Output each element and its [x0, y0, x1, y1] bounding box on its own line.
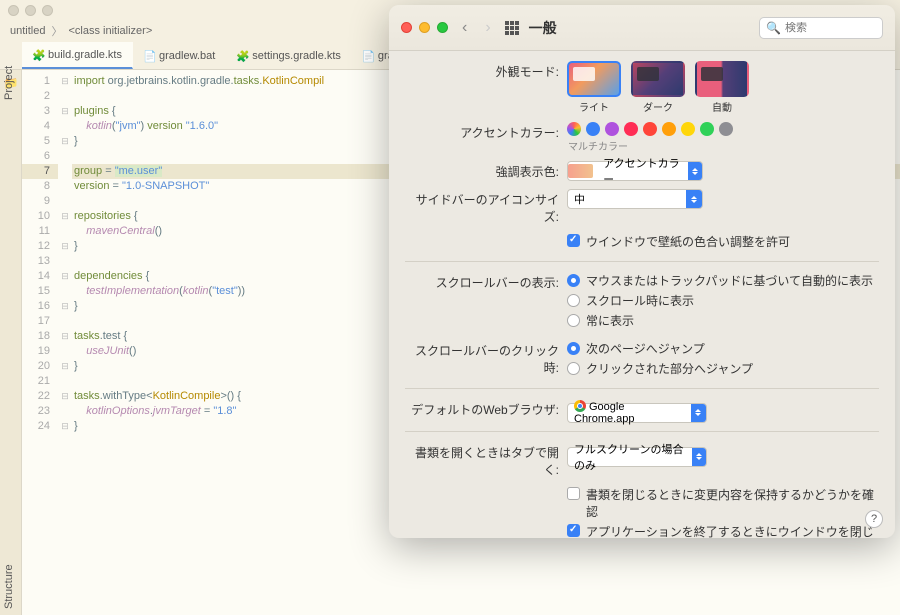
chevron-right-icon: 〉	[51, 23, 62, 39]
breadcrumb-root[interactable]: untitled	[10, 25, 45, 37]
search-input[interactable]	[785, 22, 875, 34]
radio-icon	[567, 294, 580, 307]
project-tool-label[interactable]: Project	[3, 66, 15, 100]
chevron-updown-icon	[686, 190, 702, 208]
highlight-swatch-icon	[568, 164, 593, 178]
scroll-click-spot-radio[interactable]: クリックされた部分へジャンプ	[567, 360, 879, 377]
light-thumb	[567, 61, 621, 97]
radio-icon	[567, 274, 580, 287]
tabs-label: 書類を開くときはタブで開く:	[405, 442, 567, 478]
accent-swatch[interactable]	[681, 122, 695, 136]
fold-gutter: ⊟⊟⊟⊟⊟⊟⊟⊟⊟⊟⊟	[58, 70, 72, 615]
sidebar-icon-select[interactable]: 中	[567, 189, 703, 209]
scrollbar-show-label: スクロールバーの表示:	[405, 272, 567, 291]
breadcrumb-item[interactable]: <class initializer>	[68, 25, 152, 37]
search-field[interactable]: 🔍	[759, 17, 883, 39]
chevron-updown-icon	[691, 404, 707, 422]
accent-swatch[interactable]	[605, 122, 619, 136]
dark-thumb	[631, 61, 685, 97]
appearance-dark[interactable]: ダーク	[631, 61, 685, 114]
close-windows-checkbox[interactable]: アプリケーションを終了するときにウインドウを閉じる	[567, 523, 879, 539]
back-button[interactable]: ‹	[458, 19, 471, 37]
browser-label: デフォルトのWebブラウザ:	[405, 399, 567, 418]
accent-swatches	[567, 122, 879, 136]
highlight-select[interactable]: アクセントカラー	[567, 161, 703, 181]
scroll-show-always-radio[interactable]: 常に表示	[567, 312, 879, 329]
props-file-icon: 📄	[362, 50, 374, 62]
ask-changes-checkbox[interactable]: 書類を閉じるときに変更内容を保持するかどうかを確認	[567, 486, 879, 520]
accent-swatch[interactable]	[719, 122, 733, 136]
gradle-file-icon: 🧩	[236, 50, 248, 62]
accent-swatch[interactable]	[700, 122, 714, 136]
accent-swatch[interactable]	[586, 122, 600, 136]
tab-gradlew-bat[interactable]: 📄gradlew.bat	[133, 42, 226, 69]
tab-build-gradle[interactable]: 🧩build.gradle.kts	[22, 42, 133, 69]
accent-label: アクセントカラー:	[405, 122, 567, 141]
accent-swatch[interactable]	[624, 122, 638, 136]
pane-title: 一般	[529, 18, 557, 38]
checkbox-icon	[567, 234, 580, 247]
scroll-show-auto-radio[interactable]: マウスまたはトラックパッドに基づいて自動的に表示	[567, 272, 879, 289]
radio-icon	[567, 362, 580, 375]
search-icon: 🔍	[766, 21, 781, 35]
accent-sublabel: マルチカラー	[568, 138, 879, 153]
sidebar-icon-label: サイドバーのアイコンサイズ:	[405, 189, 567, 225]
appearance-label: 外観モード:	[405, 61, 567, 80]
auto-thumb	[695, 61, 749, 97]
scroll-click-page-radio[interactable]: 次のページへジャンプ	[567, 340, 879, 357]
accent-multicolor[interactable]	[567, 122, 581, 136]
divider	[405, 388, 879, 389]
gradle-file-icon: 🧩	[32, 49, 44, 61]
ide-zoom[interactable]	[42, 5, 53, 16]
chevron-updown-icon	[688, 162, 702, 180]
close-icon[interactable]	[401, 22, 412, 33]
tabs-select[interactable]: フルスクリーンの場合のみ	[567, 447, 707, 467]
zoom-icon[interactable]	[437, 22, 448, 33]
accent-swatch[interactable]	[643, 122, 657, 136]
minimize-icon[interactable]	[419, 22, 430, 33]
appearance-light[interactable]: ライト	[567, 61, 621, 114]
accent-swatch[interactable]	[662, 122, 676, 136]
forward-button[interactable]: ›	[481, 19, 494, 37]
appearance-auto[interactable]: 自動	[695, 61, 749, 114]
divider	[405, 431, 879, 432]
line-gutter: 123456789101112131415161718192021222324	[22, 70, 58, 615]
tab-settings-gradle[interactable]: 🧩settings.gradle.kts	[226, 42, 352, 69]
help-button[interactable]: ?	[865, 510, 883, 528]
divider	[405, 261, 879, 262]
checkbox-icon	[567, 524, 580, 537]
titlebar: ‹ › 一般 🔍	[389, 5, 895, 51]
tool-strip: 📁	[0, 70, 22, 615]
system-prefs-window: ‹ › 一般 🔍 外観モード: ライト ダーク 自動 アクセントカラー: マルチ…	[389, 5, 895, 538]
show-all-icon[interactable]	[505, 21, 519, 35]
scrollbar-click-label: スクロールバーのクリック時:	[405, 340, 567, 376]
checkbox-icon	[567, 487, 580, 500]
radio-icon	[567, 314, 580, 327]
chevron-updown-icon	[692, 448, 706, 466]
chrome-icon	[574, 400, 586, 412]
scroll-show-scrolling-radio[interactable]: スクロール時に表示	[567, 292, 879, 309]
highlight-label: 強調表示色:	[405, 161, 567, 180]
ide-close[interactable]	[8, 5, 19, 16]
ide-minimize[interactable]	[25, 5, 36, 16]
structure-tool-label[interactable]: Structure	[3, 564, 15, 609]
radio-icon	[567, 342, 580, 355]
browser-select[interactable]: Google Chrome.app	[567, 403, 707, 423]
bat-file-icon: 📄	[143, 50, 155, 62]
wallpaper-tint-checkbox[interactable]: ウインドウで壁紙の色合い調整を許可	[567, 233, 879, 250]
